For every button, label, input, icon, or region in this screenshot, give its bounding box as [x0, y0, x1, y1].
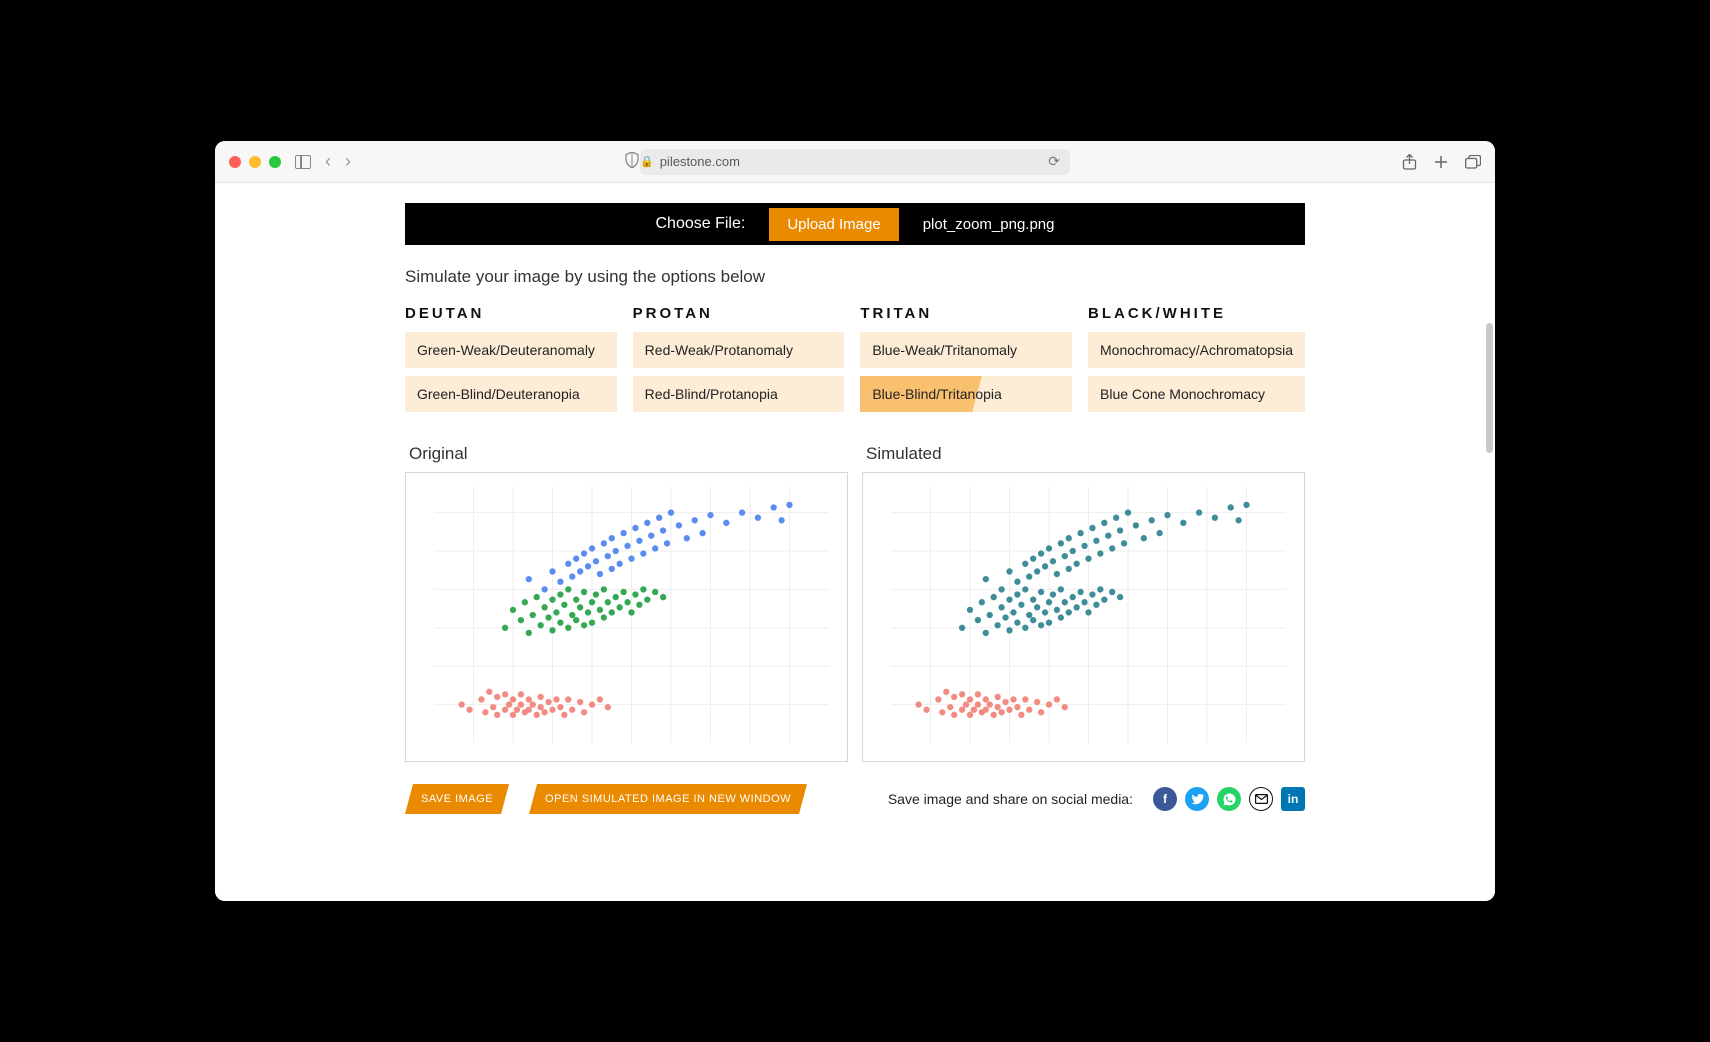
- simulation-option[interactable]: Green-Weak/Deuteranomaly: [405, 332, 617, 368]
- page-viewport: Choose File: Upload Image plot_zoom_png.…: [215, 183, 1495, 901]
- forward-button[interactable]: ›: [345, 151, 351, 172]
- simulated-plot: [862, 472, 1305, 762]
- simulation-option[interactable]: Blue-Weak/Tritanomaly: [860, 332, 1072, 368]
- url-bar[interactable]: 🔒 pilestone.com ⟳: [640, 149, 1070, 175]
- window-controls: [229, 156, 281, 168]
- category-column: PROTAN Red-Weak/Protanomaly Red-Blind/Prot…: [633, 305, 845, 420]
- category-heading: TRITAN: [860, 305, 1072, 322]
- open-simulated-button[interactable]: OPEN SIMULATED IMAGE IN NEW WINDOW: [529, 784, 807, 814]
- simulation-option[interactable]: Red-Blind/Protanopia: [633, 376, 845, 412]
- simulation-option[interactable]: Red-Weak/Protanomaly: [633, 332, 845, 368]
- simulation-option[interactable]: Blue-Blind/Tritanopia: [860, 376, 1072, 412]
- original-column: Original: [405, 438, 848, 762]
- category-column: BLACK/WHITE Monochromacy/Achromatopsia Blu…: [1088, 305, 1305, 420]
- twitter-icon[interactable]: [1185, 787, 1209, 811]
- category-column: DEUTAN Green-Weak/Deuteranomaly Green-Blin…: [405, 305, 617, 420]
- close-window-button[interactable]: [229, 156, 241, 168]
- email-icon[interactable]: [1249, 787, 1273, 811]
- facebook-icon[interactable]: f: [1153, 787, 1177, 811]
- simulated-column: Simulated: [862, 438, 1305, 762]
- category-column: TRITAN Blue-Weak/Tritanomaly Blue-Blind/Tr…: [860, 305, 1072, 420]
- original-plot: [405, 472, 848, 762]
- privacy-shield-icon[interactable]: [625, 152, 639, 172]
- scrollbar-thumb[interactable]: [1486, 323, 1493, 453]
- browser-window: ‹ › 🔒 pilestone.com ⟳ Choose Fi: [215, 141, 1495, 901]
- simulation-option[interactable]: Monochromacy/Achromatopsia: [1088, 332, 1305, 368]
- choose-file-bar: Choose File: Upload Image plot_zoom_png.…: [405, 203, 1305, 245]
- category-heading: BLACK/WHITE: [1088, 305, 1305, 322]
- share-label: Save image and share on social media:: [888, 791, 1133, 807]
- reload-icon[interactable]: ⟳: [1048, 153, 1060, 170]
- simulation-option[interactable]: Blue Cone Monochromacy: [1088, 376, 1305, 412]
- linkedin-icon[interactable]: in: [1281, 787, 1305, 811]
- instruction-text: Simulate your image by using the options…: [405, 267, 1305, 287]
- category-heading: PROTAN: [633, 305, 845, 322]
- category-heading: DEUTAN: [405, 305, 617, 322]
- titlebar: ‹ › 🔒 pilestone.com ⟳: [215, 141, 1495, 183]
- whatsapp-icon[interactable]: [1217, 787, 1241, 811]
- share-icon[interactable]: [1401, 154, 1417, 170]
- social-icons: f in: [1153, 787, 1305, 811]
- url-host: pilestone.com: [660, 154, 740, 169]
- new-tab-icon[interactable]: [1433, 154, 1449, 170]
- uploaded-filename: plot_zoom_png.png: [923, 216, 1055, 233]
- sidebar-toggle-icon[interactable]: [295, 155, 311, 169]
- upload-image-button[interactable]: Upload Image: [769, 208, 898, 241]
- simulation-options-grid: DEUTAN Green-Weak/Deuteranomaly Green-Blin…: [405, 305, 1305, 420]
- simulated-label: Simulated: [866, 444, 1301, 464]
- simulation-option[interactable]: Green-Blind/Deuteranopia: [405, 376, 617, 412]
- bottom-bar: SAVE IMAGE OPEN SIMULATED IMAGE IN NEW W…: [405, 784, 1305, 814]
- original-label: Original: [409, 444, 844, 464]
- maximize-window-button[interactable]: [269, 156, 281, 168]
- page-content: Choose File: Upload Image plot_zoom_png.…: [405, 183, 1305, 844]
- minimize-window-button[interactable]: [249, 156, 261, 168]
- back-button[interactable]: ‹: [325, 151, 331, 172]
- lock-icon: 🔒: [640, 155, 654, 168]
- image-comparison: Original Simulated: [405, 438, 1305, 762]
- tabs-icon[interactable]: [1465, 154, 1481, 170]
- save-image-button[interactable]: SAVE IMAGE: [405, 784, 509, 814]
- choose-file-label: Choose File:: [655, 215, 745, 233]
